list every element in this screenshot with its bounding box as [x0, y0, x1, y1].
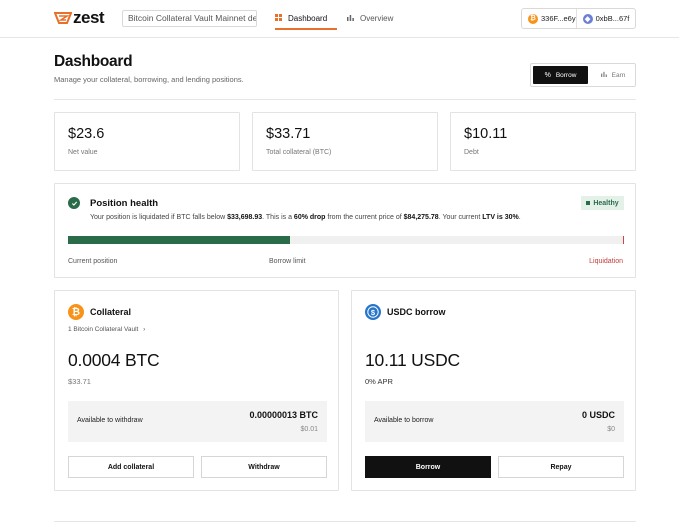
- status-dot-icon: [586, 201, 591, 205]
- stat-net-value: $23.6 Net value: [54, 112, 240, 171]
- check-icon: [68, 197, 80, 209]
- vault-link[interactable]: 1 Bitcoin Collateral Vault ›: [68, 326, 145, 333]
- tab-overview[interactable]: Overview: [347, 8, 393, 28]
- wallet-connect[interactable]: ₿ 336F...e6y ◆ 0xbB...67f: [521, 8, 636, 29]
- status-badge: Healthy: [581, 196, 624, 210]
- zest-logo[interactable]: zest: [54, 8, 105, 27]
- mode-borrow-button[interactable]: % Borrow: [533, 66, 588, 84]
- stat-value: $33.71: [266, 126, 311, 142]
- current-price: $84,275.78: [403, 214, 439, 221]
- tab-dashboard[interactable]: Dashboard: [275, 8, 337, 30]
- bitcoin-icon: ₿: [528, 13, 538, 24]
- page-title: Dashboard: [54, 53, 133, 70]
- status-badge-label: Healthy: [593, 199, 619, 207]
- stat-debt: $10.11 Debt: [450, 112, 636, 171]
- stat-label: Debt: [464, 149, 479, 156]
- stat-value: $23.6: [68, 126, 105, 142]
- health-progress-fill: [68, 236, 291, 244]
- available-borrow-box: Available to borrow 0 USDC $0: [365, 401, 624, 442]
- health-msg-end: .: [518, 214, 521, 221]
- collateral-panel: ₿ Collateral 1 Bitcoin Collateral Vault …: [54, 290, 339, 491]
- stat-label: Net value: [68, 149, 98, 156]
- borrow-limit-label: Borrow limit: [269, 258, 306, 265]
- tab-dashboard-label: Dashboard: [288, 13, 328, 23]
- available-withdraw-box: Available to withdraw 0.00000013 BTC $0.…: [68, 401, 327, 442]
- borrow-title: USDC borrow: [387, 307, 446, 317]
- add-collateral-button[interactable]: Add collateral: [68, 456, 194, 478]
- ltv-value: LTV is 30%: [482, 214, 519, 221]
- available-withdraw-usd: $0.01: [300, 426, 318, 433]
- zest-logo-mark-icon: [54, 12, 72, 24]
- btc-wallet[interactable]: ₿ 336F...e6y: [522, 9, 576, 28]
- available-borrow-value: 0 USDC: [581, 410, 615, 420]
- grid-icon: [275, 13, 282, 23]
- available-borrow-usd: $0: [607, 426, 615, 433]
- collateral-usd: $33.71: [68, 377, 91, 386]
- liquidation-price: $33,698.93: [227, 214, 263, 221]
- price-drop: 60% drop: [293, 214, 326, 221]
- ethereum-icon: ◆: [582, 13, 593, 24]
- top-bar: zest Bitcoin Collateral Vault Mainnet de…: [0, 0, 679, 38]
- chevron-right-icon: ›: [143, 326, 146, 333]
- liquidation-marker: [623, 236, 624, 244]
- mode-earn-button[interactable]: Earn: [591, 66, 635, 84]
- usdc-borrow-panel: $ USDC borrow 10.11 USDC 0% APR Availabl…: [351, 290, 636, 491]
- stat-value: $10.11: [464, 126, 508, 142]
- available-withdraw-label: Available to withdraw: [77, 417, 143, 424]
- available-withdraw-value: 0.00000013 BTC: [249, 410, 318, 420]
- collateral-title: Collateral: [90, 307, 132, 317]
- bar-chart-icon: [600, 71, 607, 79]
- health-progress-bar: [68, 236, 624, 244]
- brand-name: zest: [73, 8, 105, 27]
- collateral-amount: 0.0004 BTC: [68, 350, 160, 370]
- available-borrow-label: Available to borrow: [374, 417, 434, 424]
- eth-wallet-address: 0xbB...67f: [595, 14, 630, 23]
- health-msg-mid2: from the current price of: [325, 214, 404, 221]
- position-health-card: Position health Healthy Your position is…: [54, 183, 636, 278]
- borrow-button[interactable]: Borrow: [365, 456, 491, 478]
- current-position-label: Current position: [68, 258, 118, 265]
- borrow-apr: 0% APR: [365, 377, 393, 386]
- page-subtitle: Manage your collateral, borrowing, and l…: [54, 75, 244, 84]
- health-msg-mid1: . This is a: [262, 214, 294, 221]
- mode-toggle: % Borrow Earn: [530, 63, 636, 87]
- stat-label: Total collateral (BTC): [266, 149, 332, 156]
- divider: [54, 99, 636, 100]
- borrow-amount: 10.11 USDC: [365, 350, 460, 370]
- liquidation-label: Liquidation: [589, 258, 623, 265]
- mode-earn-label: Earn: [611, 71, 626, 79]
- health-message: Your position is liquidated if BTC falls…: [90, 214, 521, 221]
- mode-borrow-label: Borrow: [555, 71, 577, 79]
- usdc-icon: $: [365, 304, 381, 320]
- network-selector[interactable]: Bitcoin Collateral Vault Mainnet demo: [122, 10, 257, 27]
- percent-icon: %: [544, 71, 551, 79]
- eth-wallet[interactable]: ◆ 0xbB...67f: [575, 9, 630, 28]
- bitcoin-icon: ₿: [68, 304, 84, 320]
- stat-total-collateral: $33.71 Total collateral (BTC): [252, 112, 438, 171]
- position-health-title: Position health: [90, 198, 159, 209]
- repay-button[interactable]: Repay: [498, 456, 624, 478]
- health-msg-prefix: Your position is liquidated if BTC falls…: [90, 214, 228, 221]
- vault-link-label: 1 Bitcoin Collateral Vault: [68, 326, 139, 333]
- btc-wallet-address: 336F...e6y: [541, 14, 576, 23]
- footer-divider: [54, 521, 636, 522]
- withdraw-button[interactable]: Withdraw: [201, 456, 327, 478]
- svg-text:$: $: [371, 308, 376, 317]
- bar-chart-icon: [347, 14, 354, 23]
- tab-overview-label: Overview: [360, 13, 394, 23]
- health-msg-mid3: . Your current: [438, 214, 483, 221]
